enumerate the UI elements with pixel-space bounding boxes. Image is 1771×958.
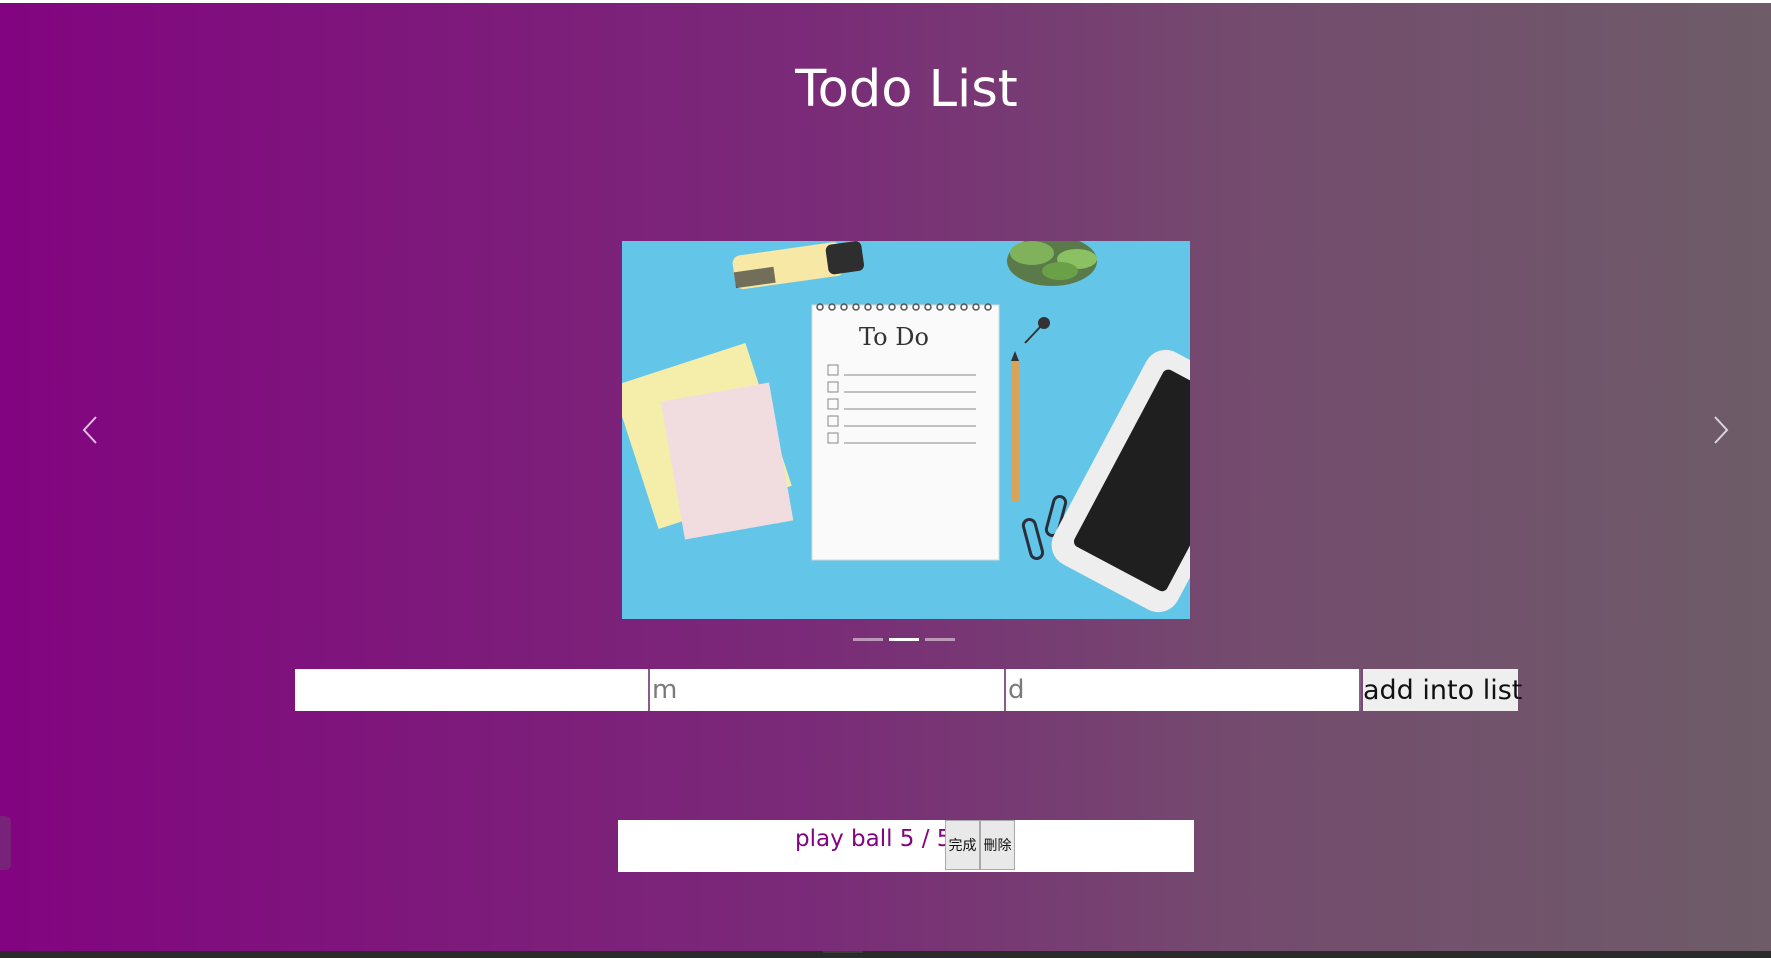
carousel-indicators xyxy=(853,638,955,641)
todo-delete-button[interactable]: 刪除 xyxy=(980,820,1015,870)
todo-done-button[interactable]: 完成 xyxy=(945,820,980,870)
day-input[interactable] xyxy=(1006,669,1361,711)
add-into-list-button[interactable]: add into list xyxy=(1363,669,1522,711)
taskbar-notch xyxy=(823,951,863,953)
month-input[interactable] xyxy=(650,669,1006,711)
todo-item: play ball 5 / 5 完成 刪除 xyxy=(618,820,1194,872)
carousel: To Do xyxy=(622,241,1190,619)
carousel-next-button[interactable] xyxy=(1701,410,1741,450)
carousel-indicator-1[interactable] xyxy=(853,638,883,641)
chevron-left-icon xyxy=(82,416,97,444)
carousel-slide-image: To Do xyxy=(622,241,1190,619)
slide-text: To Do xyxy=(859,323,929,351)
todo-title-input[interactable] xyxy=(295,669,650,711)
add-todo-form: add into list xyxy=(295,669,1522,711)
pencil-image xyxy=(1011,351,1019,501)
notepad-image: To Do xyxy=(811,303,1000,561)
todo-item-text: play ball 5 / 5 xyxy=(795,826,952,852)
page-title: Todo List xyxy=(795,60,1018,119)
carousel-prev-button[interactable] xyxy=(70,410,110,450)
carousel-indicator-3[interactable] xyxy=(925,638,955,641)
side-panel-handle[interactable] xyxy=(0,816,11,870)
chevron-right-icon xyxy=(1714,416,1729,444)
taskbar-strip xyxy=(0,951,1771,958)
carousel-indicator-2[interactable] xyxy=(889,638,919,641)
